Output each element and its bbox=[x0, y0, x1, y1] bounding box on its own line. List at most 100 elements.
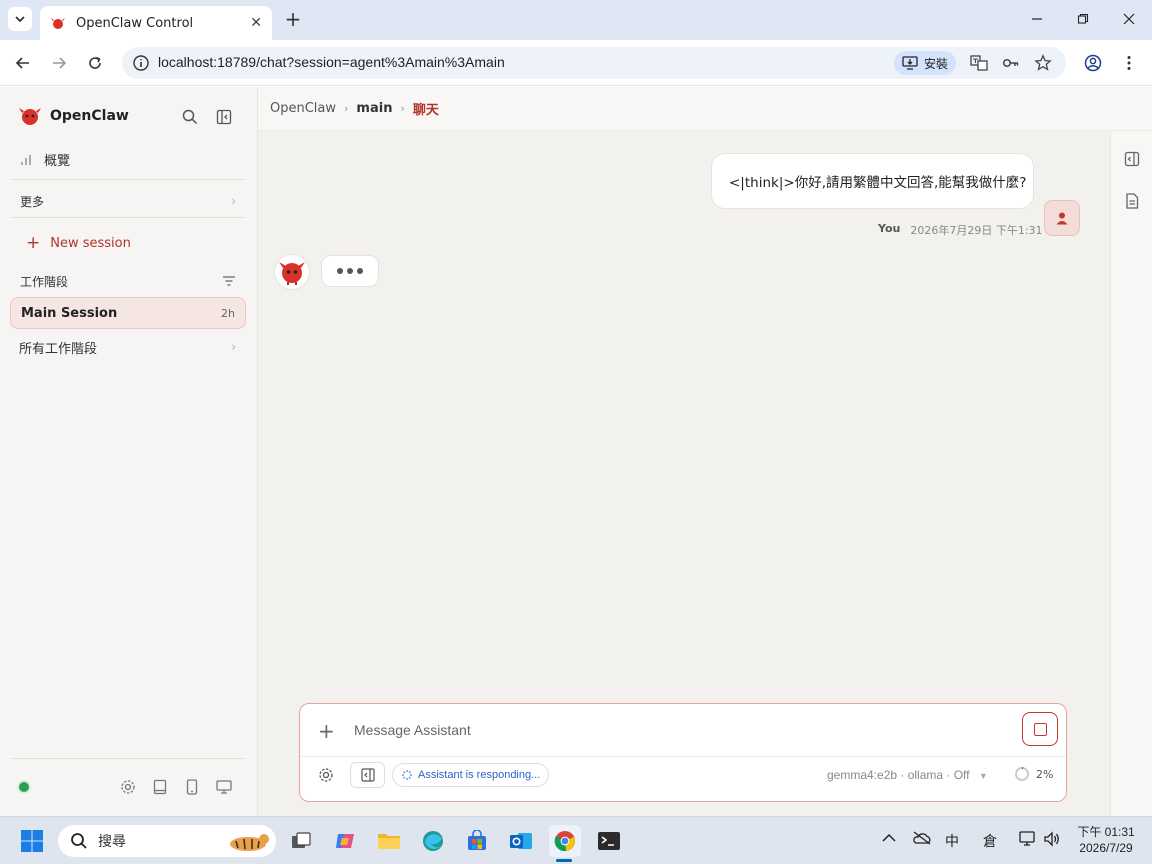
attach-plus-icon[interactable]: + bbox=[318, 719, 335, 743]
composer-settings-icon[interactable] bbox=[317, 766, 335, 784]
copilot-icon[interactable] bbox=[329, 825, 361, 857]
ime-input-method-indicator[interactable]: 倉 bbox=[983, 831, 997, 851]
forward-icon[interactable] bbox=[47, 51, 71, 75]
plus-icon: + bbox=[26, 233, 41, 253]
translate-icon[interactable] bbox=[970, 54, 988, 72]
breadcrumb-agent[interactable]: main bbox=[356, 101, 392, 116]
reload-icon[interactable] bbox=[83, 51, 107, 75]
openclaw-logo-icon bbox=[19, 108, 41, 125]
sidebar-item-overview[interactable]: 概覽 bbox=[10, 143, 246, 175]
task-view-icon[interactable] bbox=[285, 825, 317, 857]
user-message-bubble: <|think|>你好,請用繁體中文回答,能幫我做什麼? bbox=[711, 153, 1034, 209]
breadcrumb-separator-icon: › bbox=[400, 102, 405, 115]
sidebar-item-label: 更多 bbox=[20, 194, 45, 209]
tiger-widget-icon bbox=[230, 834, 269, 851]
taskbar-search[interactable]: 搜尋 bbox=[58, 825, 276, 857]
document-icon[interactable] bbox=[1122, 191, 1142, 211]
toggle-sidebar-button[interactable] bbox=[350, 762, 385, 788]
browser-tab[interactable]: OpenClaw Control ✕ bbox=[40, 6, 272, 40]
window-close-icon[interactable] bbox=[1118, 8, 1140, 30]
tab-close-icon[interactable]: ✕ bbox=[250, 15, 262, 31]
search-icon[interactable] bbox=[180, 107, 200, 127]
volume-icon[interactable] bbox=[1043, 831, 1061, 851]
new-session-button[interactable]: + New session bbox=[10, 227, 246, 259]
message-composer: + Assistant is responding... gemma4:e2b … bbox=[299, 703, 1067, 802]
context-ring-icon bbox=[1015, 767, 1029, 781]
divider bbox=[10, 217, 246, 218]
sessions-header: 工作階段 bbox=[10, 265, 246, 297]
install-icon bbox=[902, 56, 918, 70]
url-text[interactable]: localhost:18789/chat?session=agent%3Amai… bbox=[158, 54, 505, 70]
active-app-indicator bbox=[556, 859, 572, 862]
tab-search-menu-button[interactable] bbox=[8, 7, 32, 31]
new-tab-button[interactable]: + bbox=[282, 7, 304, 31]
onedrive-off-icon[interactable] bbox=[912, 831, 932, 849]
stop-generation-button[interactable] bbox=[1022, 712, 1058, 746]
assistant-avatar bbox=[274, 254, 310, 290]
ms-store-icon[interactable] bbox=[461, 825, 493, 857]
minimize-icon[interactable] bbox=[1026, 8, 1048, 30]
breadcrumb-root[interactable]: OpenClaw bbox=[270, 101, 336, 116]
typing-dot bbox=[347, 268, 353, 274]
context-percent: 2% bbox=[1036, 767, 1054, 781]
toggle-panel-icon[interactable] bbox=[1122, 149, 1142, 169]
clock-date: 2026/7/29 bbox=[1079, 841, 1133, 855]
session-age: 2h bbox=[221, 306, 235, 320]
outlook-icon[interactable] bbox=[505, 825, 537, 857]
settings-icon[interactable] bbox=[119, 778, 137, 796]
search-icon bbox=[71, 833, 87, 849]
windows-taskbar: 搜尋 中 倉 下午 01:31 2026/7/29 bbox=[0, 816, 1152, 864]
user-message-text: <|think|>你好,請用繁體中文回答,能幫我做什麼? bbox=[729, 175, 1027, 191]
taskbar-clock[interactable]: 下午 01:31 2026/7/29 bbox=[1066, 824, 1146, 856]
browser-tab-strip: OpenClaw Control ✕ + bbox=[0, 0, 1152, 40]
responding-status-badge: Assistant is responding... bbox=[392, 763, 550, 787]
install-app-button[interactable]: 安裝 bbox=[894, 51, 957, 75]
taskbar-search-placeholder: 搜尋 bbox=[98, 834, 126, 850]
session-item-main[interactable]: Main Session 2h bbox=[10, 297, 246, 329]
profile-icon[interactable] bbox=[1081, 51, 1105, 75]
windows-start-icon[interactable] bbox=[20, 829, 44, 857]
address-bar[interactable]: localhost:18789/chat?session=agent%3Amai… bbox=[122, 47, 1066, 79]
desktop-icon[interactable] bbox=[215, 778, 233, 796]
filter-icon[interactable] bbox=[222, 275, 236, 287]
right-rail bbox=[1110, 131, 1152, 816]
breadcrumb-current: 聊天 bbox=[412, 103, 439, 118]
message-input[interactable] bbox=[354, 717, 994, 743]
user-avatar bbox=[1044, 200, 1080, 236]
brand-name: OpenClaw bbox=[50, 108, 129, 124]
tab-title: OpenClaw Control bbox=[76, 15, 194, 31]
openclaw-favicon-icon bbox=[51, 18, 65, 29]
user-icon bbox=[1056, 212, 1068, 225]
sidebar-item-more[interactable]: 更多 › bbox=[10, 185, 246, 217]
sessions-header-label: 工作階段 bbox=[20, 274, 69, 289]
main-chat-area: OpenClaw › main › 聊天 <|think|>你好,請用繁體中文回… bbox=[258, 87, 1152, 816]
back-icon[interactable] bbox=[11, 51, 35, 75]
message-timestamp: 2026年7月29日 下午1:31 bbox=[910, 224, 1043, 237]
collapse-sidebar-icon[interactable] bbox=[214, 107, 234, 127]
bookmark-star-icon[interactable] bbox=[1034, 54, 1052, 72]
more-menu-icon[interactable] bbox=[1117, 51, 1141, 75]
chevron-right-icon: › bbox=[231, 340, 236, 354]
restore-icon[interactable] bbox=[1072, 8, 1094, 30]
chrome-icon[interactable] bbox=[549, 825, 581, 857]
book-icon[interactable] bbox=[151, 778, 169, 796]
chevron-right-icon: › bbox=[231, 194, 236, 208]
site-info-icon[interactable] bbox=[132, 54, 150, 72]
stop-icon bbox=[1033, 722, 1047, 736]
responding-text: Assistant is responding... bbox=[418, 769, 541, 781]
mobile-icon[interactable] bbox=[183, 778, 201, 796]
model-selector[interactable]: gemma4:e2b · ollama · Off ▼ bbox=[827, 768, 988, 782]
password-key-icon[interactable] bbox=[1002, 54, 1020, 72]
brand[interactable]: OpenClaw bbox=[18, 104, 129, 128]
ime-mode-indicator[interactable]: 中 bbox=[945, 831, 959, 851]
edge-browser-icon[interactable] bbox=[417, 825, 449, 857]
tray-overflow-icon[interactable] bbox=[882, 831, 896, 847]
sidebar-item-all-sessions[interactable]: 所有工作階段 › bbox=[10, 331, 246, 363]
sidebar-item-label: 概覽 bbox=[44, 153, 71, 169]
panel-icon bbox=[360, 768, 375, 782]
chevron-down-icon bbox=[15, 16, 25, 23]
terminal-icon[interactable] bbox=[593, 825, 625, 857]
network-icon[interactable] bbox=[1019, 831, 1037, 851]
model-label: gemma4:e2b · ollama · Off bbox=[827, 768, 970, 782]
file-explorer-icon[interactable] bbox=[373, 825, 405, 857]
